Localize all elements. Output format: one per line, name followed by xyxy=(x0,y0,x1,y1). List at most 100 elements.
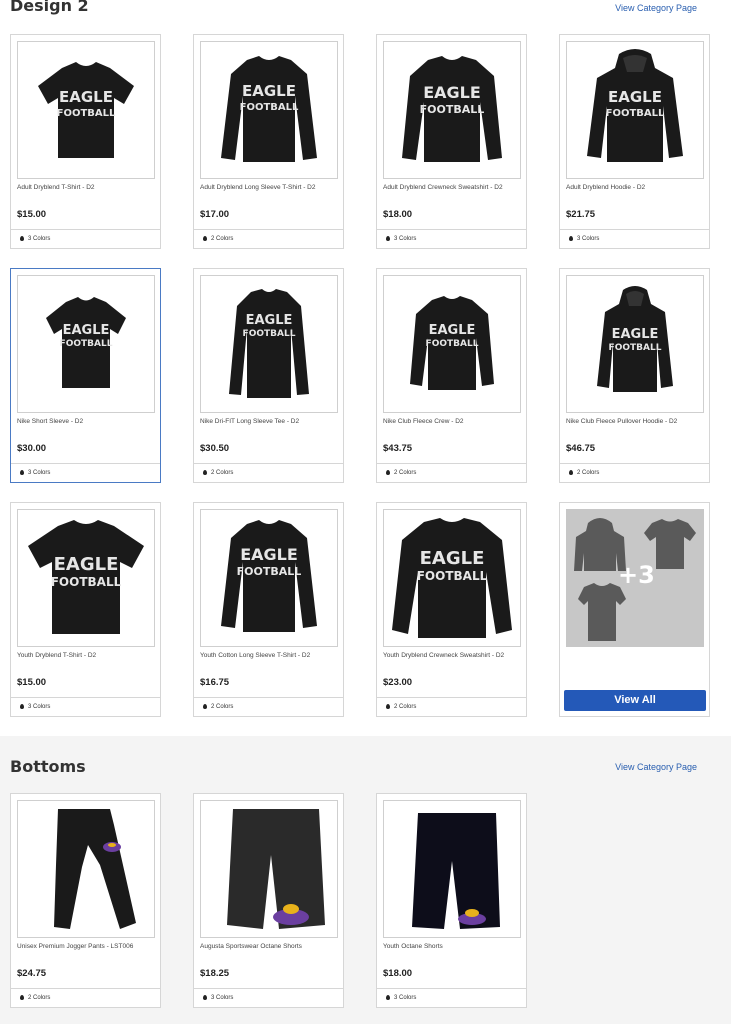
color-drop-icon xyxy=(20,236,24,241)
print-eagle: EAGLE xyxy=(59,88,113,106)
product-card[interactable]: EAGLE FOOTBALL Youth Dryblend T-Shirt - … xyxy=(10,502,161,717)
product-name: Adult Dryblend Hoodie - D2 xyxy=(566,184,646,191)
color-drop-icon xyxy=(386,236,390,241)
color-count: 3 Colors xyxy=(11,463,160,482)
product-name: Nike Club Fleece Pullover Hoodie - D2 xyxy=(566,418,678,425)
product-image: EAGLE FOOTBALL xyxy=(566,275,704,413)
product-image: EAGLE FOOTBALL xyxy=(200,509,338,647)
color-count: 2 Colors xyxy=(560,463,709,482)
product-card[interactable]: Youth Octane Shorts $18.00 3 Colors xyxy=(376,793,527,1008)
product-image: EAGLE FOOTBALL xyxy=(17,275,155,413)
product-image xyxy=(383,800,521,938)
section-title: Bottoms xyxy=(10,757,86,776)
hoodie-icon: EAGLE FOOTBALL xyxy=(597,286,673,392)
print-football: FOOTBALL xyxy=(426,339,479,349)
product-price: $30.50 xyxy=(200,443,230,454)
product-price: $15.00 xyxy=(17,677,47,688)
product-image: EAGLE FOOTBALL xyxy=(383,41,521,179)
product-image: EAGLE FOOTBALL xyxy=(383,509,521,647)
tshirt-icon: EAGLE FOOTBALL xyxy=(28,520,144,634)
color-drop-icon xyxy=(20,470,24,475)
print-football: FOOTBALL xyxy=(417,569,488,583)
product-card[interactable]: EAGLE FOOTBALL Adult Dryblend Long Sleev… xyxy=(193,34,344,249)
more-count: +3 xyxy=(618,561,655,589)
view-category-link[interactable]: View Category Page xyxy=(615,3,697,13)
print-football: FOOTBALL xyxy=(609,343,662,353)
product-image xyxy=(200,800,338,938)
print-eagle: EAGLE xyxy=(429,323,476,338)
product-price: $15.00 xyxy=(17,209,47,220)
color-count: 3 Colors xyxy=(377,988,526,1007)
product-card[interactable]: EAGLE FOOTBALL Nike Club Fleece Crew - D… xyxy=(376,268,527,483)
color-drop-icon xyxy=(20,704,24,709)
product-price: $30.00 xyxy=(17,443,47,454)
print-eagle: EAGLE xyxy=(242,82,296,100)
product-card[interactable]: EAGLE FOOTBALL Adult Dryblend T-Shirt - … xyxy=(10,34,161,249)
print-eagle: EAGLE xyxy=(423,83,481,102)
product-name: Unisex Premium Jogger Pants - LST006 xyxy=(17,943,134,950)
color-drop-icon xyxy=(203,470,207,475)
color-count: 2 Colors xyxy=(194,697,343,716)
color-count: 2 Colors xyxy=(11,988,160,1007)
print-eagle: EAGLE xyxy=(246,313,293,328)
product-price: $18.00 xyxy=(383,209,413,220)
color-drop-icon xyxy=(569,470,573,475)
print-football: FOOTBALL xyxy=(237,565,302,578)
product-name: Adult Dryblend T-Shirt - D2 xyxy=(17,184,95,191)
view-category-link[interactable]: View Category Page xyxy=(615,762,697,772)
product-card[interactable]: EAGLE FOOTBALL Adult Dryblend Hoodie - D… xyxy=(559,34,710,249)
product-image: EAGLE FOOTBALL xyxy=(200,275,338,413)
print-football: FOOTBALL xyxy=(243,329,296,339)
product-card[interactable]: EAGLE FOOTBALL Adult Dryblend Crewneck S… xyxy=(376,34,527,249)
color-count: 3 Colors xyxy=(11,697,160,716)
print-eagle: EAGLE xyxy=(612,327,659,342)
crewneck-icon: EAGLE FOOTBALL xyxy=(410,296,494,390)
view-all-preview: +3 xyxy=(566,509,704,647)
color-count: 3 Colors xyxy=(377,229,526,248)
longsleeve-icon: EAGLE FOOTBALL xyxy=(229,289,309,398)
product-card[interactable]: Augusta Sportswear Octane Shorts $18.25 … xyxy=(193,793,344,1008)
section-bottoms: Bottoms View Category Page Unisex Premiu… xyxy=(0,736,731,1024)
view-all-button[interactable]: View All xyxy=(564,690,706,711)
product-price: $17.00 xyxy=(200,209,230,220)
color-drop-icon xyxy=(203,995,207,1000)
color-drop-icon xyxy=(386,470,390,475)
product-price: $18.25 xyxy=(200,968,230,979)
color-drop-icon xyxy=(569,236,573,241)
product-card[interactable]: EAGLE FOOTBALL Youth Cotton Long Sleeve … xyxy=(193,502,344,717)
view-all-card[interactable]: +3 View All xyxy=(559,502,710,717)
color-count: 2 Colors xyxy=(377,463,526,482)
print-eagle: EAGLE xyxy=(63,323,110,338)
crewneck-icon: EAGLE FOOTBALL xyxy=(402,56,502,162)
shorts-icon xyxy=(227,809,325,929)
color-drop-icon xyxy=(386,704,390,709)
product-price: $16.75 xyxy=(200,677,230,688)
tshirt-icon: EAGLE FOOTBALL xyxy=(46,297,126,388)
color-drop-icon xyxy=(203,236,207,241)
product-card[interactable]: EAGLE FOOTBALL Nike Club Fleece Pullover… xyxy=(559,268,710,483)
product-image: EAGLE FOOTBALL xyxy=(17,509,155,647)
product-card[interactable]: Unisex Premium Jogger Pants - LST006 $24… xyxy=(10,793,161,1008)
color-count: 2 Colors xyxy=(194,229,343,248)
print-eagle: EAGLE xyxy=(420,548,485,569)
print-football: FOOTBALL xyxy=(420,103,485,116)
product-price: $23.00 xyxy=(383,677,413,688)
product-name: Nike Club Fleece Crew - D2 xyxy=(383,418,464,425)
product-card[interactable]: EAGLE FOOTBALL Nike Dri-FIT Long Sleeve … xyxy=(193,268,344,483)
section-title: Design 2 xyxy=(10,0,89,15)
product-image: EAGLE FOOTBALL xyxy=(200,41,338,179)
section-design-2: Design 2 View Category Page EAGLE FOOTBA… xyxy=(0,0,731,736)
print-football: FOOTBALL xyxy=(51,575,122,589)
color-drop-icon xyxy=(20,995,24,1000)
print-eagle: EAGLE xyxy=(54,554,119,575)
hoodie-icon: EAGLE FOOTBALL xyxy=(587,49,683,162)
product-name: Adult Dryblend Long Sleeve T-Shirt - D2 xyxy=(200,184,316,191)
color-count: 2 Colors xyxy=(377,697,526,716)
product-image: EAGLE FOOTBALL xyxy=(17,41,155,179)
product-name: Nike Dri-FIT Long Sleeve Tee - D2 xyxy=(200,418,300,425)
product-image xyxy=(17,800,155,938)
product-card[interactable]: EAGLE FOOTBALL Nike Short Sleeve - D2 $3… xyxy=(10,268,161,483)
product-card[interactable]: EAGLE FOOTBALL Youth Dryblend Crewneck S… xyxy=(376,502,527,717)
color-count: 2 Colors xyxy=(194,463,343,482)
color-count: 3 Colors xyxy=(11,229,160,248)
